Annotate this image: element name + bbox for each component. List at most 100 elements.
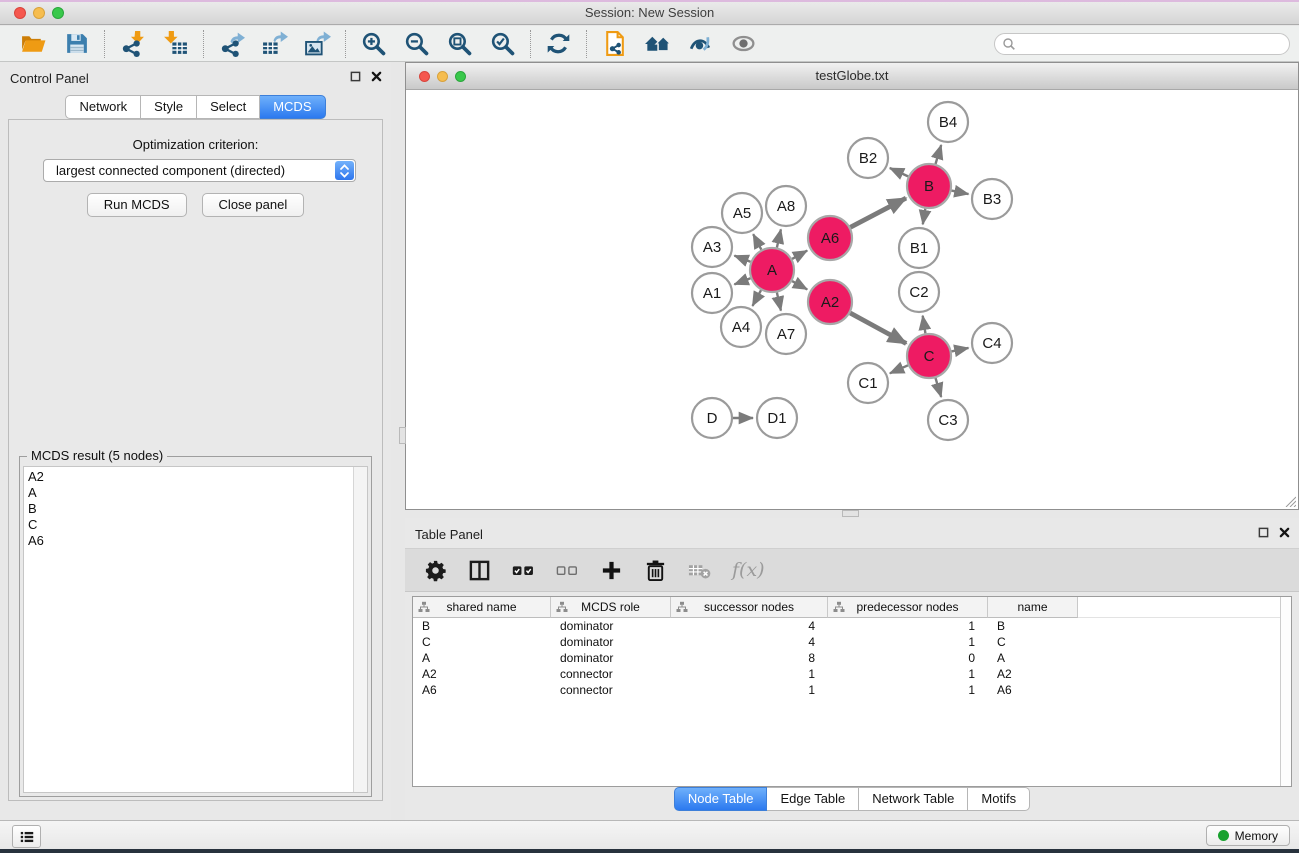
trash-button[interactable] (644, 559, 667, 582)
table-cell[interactable]: B (988, 619, 1078, 633)
graph-node-B[interactable]: B (907, 164, 951, 208)
graph-node-C4[interactable]: C4 (972, 323, 1012, 363)
control-tab-style[interactable]: Style (141, 95, 197, 119)
graph-edge-A-A1[interactable] (734, 278, 750, 284)
table-cell[interactable]: C (413, 635, 551, 649)
close-panel-button[interactable]: Close panel (202, 193, 305, 217)
column-header-mcds-role[interactable]: MCDS role (551, 597, 671, 618)
graph-node-A7[interactable]: A7 (766, 314, 806, 354)
graph-node-A4[interactable]: A4 (721, 307, 761, 347)
graph-node-B4[interactable]: B4 (928, 102, 968, 142)
horizontal-scroll-nub[interactable] (842, 510, 859, 517)
graph-edge-A-A4[interactable] (753, 290, 762, 306)
control-tab-select[interactable]: Select (197, 95, 260, 119)
graph-node-A1[interactable]: A1 (692, 273, 732, 313)
result-scrollbar[interactable] (353, 467, 367, 792)
table-cell[interactable]: 1 (828, 635, 988, 649)
graph-edge-A-A5[interactable] (753, 234, 761, 249)
table-cell[interactable]: 0 (828, 651, 988, 665)
graph-edge-A-A3[interactable] (734, 256, 750, 262)
open-file-button[interactable] (20, 30, 47, 57)
optimization-criterion-select[interactable]: largest connected component (directed) (43, 159, 356, 182)
table-row[interactable]: Adominator80A (413, 650, 1291, 666)
control-tab-mcds[interactable]: MCDS (260, 95, 325, 119)
table-cell[interactable]: 1 (828, 619, 988, 633)
graph-edge-A2-C[interactable] (850, 313, 906, 344)
graph-edge-B-B1[interactable] (923, 209, 926, 225)
table-cell[interactable]: connector (551, 683, 671, 697)
table-cell[interactable]: 4 (671, 635, 828, 649)
graph-node-C2[interactable]: C2 (899, 272, 939, 312)
table-cell[interactable]: 1 (828, 667, 988, 681)
column-header-name[interactable]: name (988, 597, 1078, 618)
table-cell[interactable]: 8 (671, 651, 828, 665)
close-panel-icon[interactable] (1279, 527, 1290, 538)
graph-node-C[interactable]: C (907, 334, 951, 378)
graph-node-A2[interactable]: A2 (808, 280, 852, 324)
mcds-result-item[interactable]: A (28, 485, 353, 501)
table-tab-motifs[interactable]: Motifs (968, 787, 1030, 811)
graph-edge-B-B4[interactable] (936, 145, 942, 164)
delete-table-button[interactable] (688, 559, 711, 582)
table-cell[interactable]: connector (551, 667, 671, 681)
graph-node-D1[interactable]: D1 (757, 398, 797, 438)
network-minimize-button[interactable] (437, 71, 448, 82)
table-row[interactable]: A2connector11A2 (413, 666, 1291, 682)
graph-edge-C-C2[interactable] (923, 316, 926, 334)
column-header-predecessor-nodes[interactable]: predecessor nodes (828, 597, 988, 618)
memory-button[interactable]: Memory (1206, 825, 1290, 846)
mcds-result-item[interactable]: C (28, 517, 353, 533)
table-row[interactable]: A6connector11A6 (413, 682, 1291, 698)
deselect-all-button[interactable] (556, 559, 579, 582)
graph-edge-A6-B[interactable] (850, 198, 906, 227)
preview-eye-button[interactable] (730, 30, 757, 57)
mcds-result-item[interactable]: A6 (28, 533, 353, 549)
control-tab-network[interactable]: Network (65, 95, 141, 119)
run-mcds-button[interactable]: Run MCDS (87, 193, 187, 217)
table-tab-edge-table[interactable]: Edge Table (767, 787, 859, 811)
graph-node-C3[interactable]: C3 (928, 400, 968, 440)
table-cell[interactable]: 1 (828, 683, 988, 697)
table-cell[interactable]: A2 (988, 667, 1078, 681)
graph-node-B2[interactable]: B2 (848, 138, 888, 178)
table-cell[interactable]: A (988, 651, 1078, 665)
float-panel-icon[interactable] (350, 71, 361, 82)
graph-node-B3[interactable]: B3 (972, 179, 1012, 219)
graph-node-A8[interactable]: A8 (766, 186, 806, 226)
table-scrollbar[interactable] (1280, 597, 1291, 786)
vertical-scroll-nub[interactable] (399, 427, 406, 444)
close-panel-icon[interactable] (371, 71, 382, 82)
mcds-result-item[interactable]: A2 (28, 469, 353, 485)
table-cell[interactable]: A6 (988, 683, 1078, 697)
table-tab-network-table[interactable]: Network Table (859, 787, 968, 811)
function-builder-button[interactable]: f(x) (732, 559, 765, 581)
graph-edge-A-A8[interactable] (777, 229, 781, 247)
zoom-in-button[interactable] (360, 30, 387, 57)
task-history-button[interactable] (12, 825, 41, 848)
graph-node-A3[interactable]: A3 (692, 227, 732, 267)
columns-button[interactable] (468, 559, 491, 582)
graph-node-D[interactable]: D (692, 398, 732, 438)
graph-edge-C-C4[interactable] (952, 348, 969, 352)
add-button[interactable] (600, 559, 623, 582)
home-button[interactable] (644, 30, 671, 57)
network-from-file-button[interactable] (601, 30, 628, 57)
graph-node-C1[interactable]: C1 (848, 363, 888, 403)
import-network-button[interactable] (119, 30, 146, 57)
search-input[interactable] (1016, 34, 1289, 54)
graph-edge-A-A6[interactable] (792, 251, 807, 259)
graph-edge-A-A2[interactable] (792, 281, 807, 289)
network-zoom-button[interactable] (455, 71, 466, 82)
show-hide-details-button[interactable] (687, 30, 714, 57)
float-panel-icon[interactable] (1258, 527, 1269, 538)
gear-button[interactable] (424, 559, 447, 582)
table-cell[interactable]: dominator (551, 619, 671, 633)
search-box[interactable] (994, 33, 1290, 55)
table-cell[interactable]: 1 (671, 683, 828, 697)
resize-grip-icon[interactable] (1283, 494, 1296, 507)
table-cell[interactable]: C (988, 635, 1078, 649)
graph-node-A5[interactable]: A5 (722, 193, 762, 233)
graph-edge-A-A7[interactable] (777, 293, 781, 311)
network-close-button[interactable] (419, 71, 430, 82)
table-cell[interactable]: B (413, 619, 551, 633)
